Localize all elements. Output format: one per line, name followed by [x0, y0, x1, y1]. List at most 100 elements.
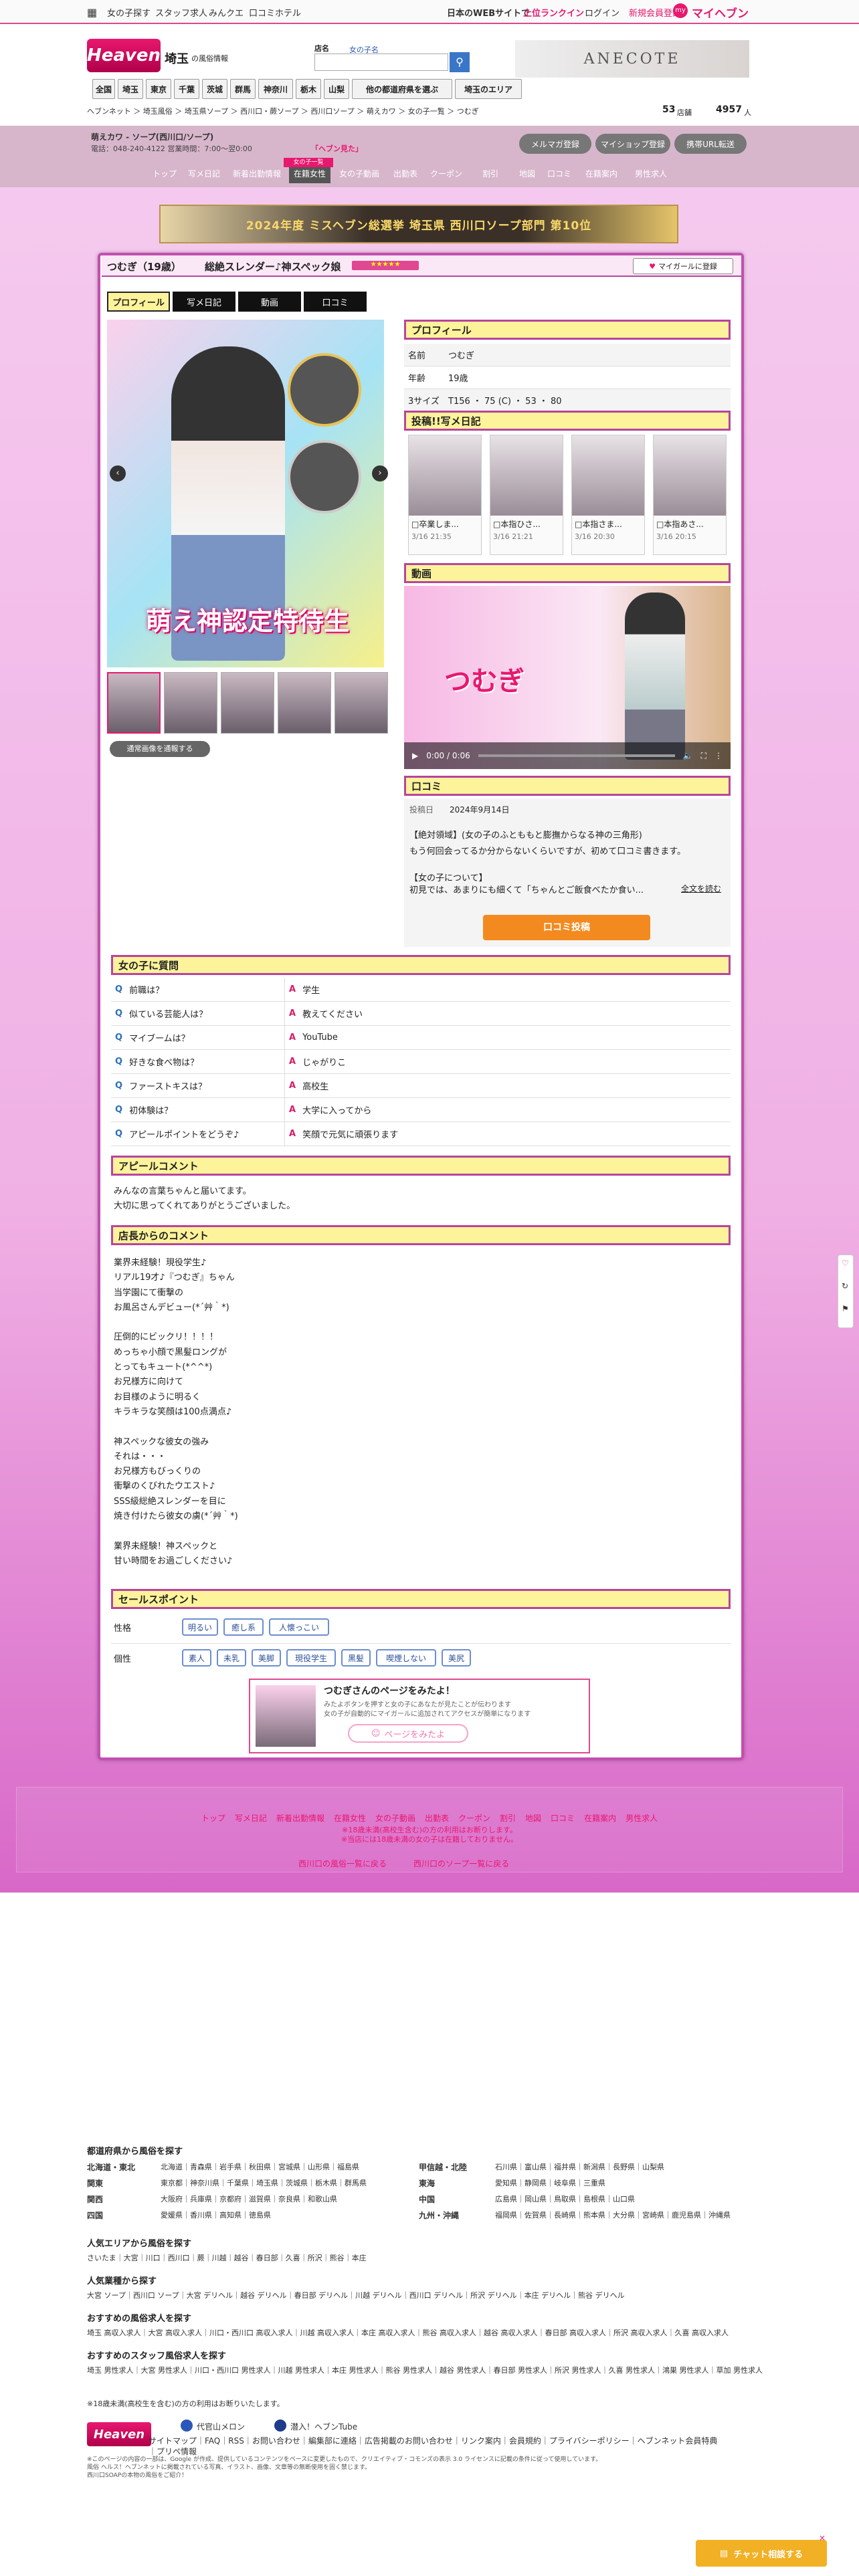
bottom-nav-link[interactable]: 女の子動画	[375, 1814, 415, 1823]
back-link[interactable]: 西川口の風俗一覧に戻る	[298, 1858, 387, 1869]
heaven-logo[interactable]: Heaven	[87, 39, 161, 72]
bottom-nav-link[interactable]: 写メ日記	[235, 1814, 267, 1823]
region-links[interactable]: 東京都｜神奈川県｜千葉県｜埼玉県｜茨城県｜栃木県｜群馬県	[161, 2177, 367, 2188]
close-icon[interactable]: ×	[818, 2533, 827, 2543]
girl-tab[interactable]: 動画	[238, 292, 301, 312]
area-tab[interactable]: 群馬	[230, 79, 256, 99]
header-banner[interactable]: ANECOTE	[515, 40, 749, 78]
video-progress[interactable]	[478, 754, 675, 757]
shop-tab[interactable]: クーポン	[425, 163, 467, 183]
breadcrumb[interactable]: ヘブンネット ＞ 埼玉風俗 ＞ 埼玉県ソープ ＞ 西川口・蕨ソープ ＞ 西川口ソ…	[87, 106, 479, 116]
footer-promo[interactable]: 代官山メロン	[197, 2421, 245, 2432]
mitayo-button[interactable]: ☺ ページをみたよ	[348, 1724, 468, 1743]
diary-card[interactable]: □本指ひさ... 3/16 21:21	[490, 435, 563, 555]
area-tab[interactable]: 神奈川	[258, 79, 293, 99]
login-link[interactable]: ログイン	[585, 6, 619, 19]
shop-tab[interactable]: 在籍案内	[578, 163, 625, 183]
area-tab[interactable]: 栃木	[296, 79, 321, 99]
job-links[interactable]: 埼玉 高収入求人｜大宮 高収入求人｜川口・西川口 高収入求人｜川越 高収入求人｜…	[87, 2327, 729, 2338]
sales-tag[interactable]: 黒髪	[341, 1649, 371, 1667]
area-tab[interactable]: 全国	[92, 79, 115, 99]
bottom-nav-link[interactable]: 在籍案内	[584, 1814, 616, 1823]
video-player[interactable]: つむぎ ▶ 0:00 / 0:06 🔈 ⛶ ⋮	[404, 586, 731, 769]
shop-tab[interactable]: 割引	[470, 163, 511, 183]
photo-thumbnail[interactable]	[335, 672, 388, 734]
shop-tab[interactable]: 新着出勤情報	[227, 163, 286, 183]
sales-tag[interactable]: 美脚	[252, 1649, 281, 1667]
global-link[interactable]: 女の子探す	[107, 6, 151, 19]
global-link[interactable]: 口コミホテル	[249, 6, 301, 19]
genre-links[interactable]: 大宮 ソープ｜西川口 ソープ｜大宮 デリヘル｜越谷 デリヘル｜春日部 デリヘル｜…	[87, 2290, 625, 2300]
region-links[interactable]: 北海道｜青森県｜岩手県｜秋田県｜宮城県｜山形県｜福島県	[161, 2161, 359, 2172]
my-icon[interactable]: my	[673, 3, 688, 18]
report-button[interactable]: 通常画像を通報する	[110, 741, 210, 757]
myshop-button[interactable]: マイショップ登録	[595, 134, 670, 154]
area-tab[interactable]: 茨城	[202, 79, 227, 99]
bottom-nav-link[interactable]: 新着出勤情報	[276, 1814, 324, 1823]
region-links[interactable]: 広島県｜岡山県｜鳥取県｜島根県｜山口県	[495, 2193, 635, 2204]
more-icon[interactable]: ⋮	[714, 751, 723, 760]
diary-card[interactable]: □卒業しま... 3/16 21:35	[408, 435, 482, 555]
chat-button[interactable]: ▤ チャット相談する	[696, 2540, 827, 2567]
bottom-nav-link[interactable]: 男性求人	[626, 1814, 658, 1823]
area-tab[interactable]: 他の都道府県を選ぶ	[352, 79, 452, 99]
girl-tab[interactable]: 写メ日記	[173, 292, 235, 312]
ranking-highlight[interactable]: 上位ランクイン	[523, 6, 584, 19]
photo-thumbnail[interactable]	[164, 672, 217, 734]
region-links[interactable]: 福岡県｜佐賀県｜長崎県｜熊本県｜大分県｜宮崎県｜鹿児島県｜沖縄県	[495, 2210, 731, 2220]
bottom-nav-link[interactable]: 出勤表	[425, 1814, 449, 1823]
shop-tab[interactable]: 口コミ	[543, 163, 575, 183]
bottom-nav-link[interactable]: 在籍女性	[334, 1814, 366, 1823]
review-post-button[interactable]: 口コミ投稿	[483, 915, 650, 940]
region-links[interactable]: 石川県｜富山県｜福井県｜新潟県｜長野県｜山梨県	[495, 2161, 664, 2172]
shop-tab[interactable]: 男性求人	[628, 163, 674, 183]
search-placeholder[interactable]: 女の子名	[349, 44, 379, 55]
area-tab[interactable]: 山梨	[324, 79, 349, 99]
sales-tag[interactable]: 人懐っこい	[269, 1618, 329, 1636]
back-link[interactable]: 西川口のソープ一覧に戻る	[413, 1858, 509, 1869]
region-links[interactable]: 愛知県｜静岡県｜岐阜県｜三重県	[495, 2177, 605, 2188]
diary-card[interactable]: □本指あさ... 3/16 20:15	[653, 435, 727, 555]
shop-tab[interactable]: 出勤表	[388, 163, 423, 183]
sales-tag[interactable]: 喫煙しない	[376, 1649, 436, 1667]
photo-thumbnail[interactable]	[278, 672, 331, 734]
side-tool-icon[interactable]: ⚑	[842, 1304, 849, 1313]
review-more-link[interactable]: 全文を読む	[681, 883, 721, 894]
grid-icon[interactable]: ▦	[87, 6, 97, 19]
side-tool-icon[interactable]: ♡	[842, 1259, 849, 1268]
bottom-nav-link[interactable]: クーポン	[458, 1814, 490, 1823]
shop-tab[interactable]: 写メ日記	[183, 163, 225, 183]
global-link[interactable]: みんクエ	[209, 6, 244, 19]
girl-main-photo[interactable]: 萌え神認定特待生	[107, 320, 384, 667]
bottom-nav-link[interactable]: 口コミ	[551, 1814, 575, 1823]
sales-tag[interactable]: 癒し系	[223, 1618, 264, 1636]
girl-tab[interactable]: 口コミ	[304, 292, 367, 312]
bottom-nav-link[interactable]: 割引	[500, 1814, 516, 1823]
sales-tag[interactable]: 素人	[182, 1649, 211, 1667]
sales-tag[interactable]: 明るい	[182, 1618, 218, 1636]
region-links[interactable]: 大阪府｜兵庫県｜京都府｜滋賀県｜奈良県｜和歌山県	[161, 2193, 337, 2204]
area-links[interactable]: さいたま｜大宮｜川口｜西川口｜蕨｜川越｜越谷｜春日部｜久喜｜所沢｜熊谷｜本庄	[87, 2252, 367, 2263]
myheaven-link[interactable]: マイヘブン	[692, 4, 749, 21]
footer-logo[interactable]: Heaven	[87, 2422, 151, 2446]
global-link[interactable]: スタッフ求人	[155, 6, 207, 19]
shop-tab[interactable]: 地図	[514, 163, 541, 183]
bottom-nav-link[interactable]: 地図	[525, 1814, 541, 1823]
election-banner[interactable]: 2024年度 ミスヘブン総選挙 埼玉県 西川口ソープ部門 第10位	[159, 205, 678, 243]
photo-thumbnail[interactable]	[221, 672, 274, 734]
sales-tag[interactable]: 未乳	[217, 1649, 246, 1667]
area-tab[interactable]: 東京	[146, 79, 171, 99]
shop-tab[interactable]: 女の子動画	[333, 163, 385, 183]
photo-thumbnail[interactable]	[107, 672, 161, 734]
girl-tab-active[interactable]: プロフィール	[107, 292, 170, 312]
side-tool-icon[interactable]: ↻	[842, 1281, 848, 1291]
sales-tag[interactable]: 美尻	[442, 1649, 471, 1667]
mobile-url-button[interactable]: 携帯URL転送	[674, 134, 747, 154]
area-tab[interactable]: 埼玉	[118, 79, 143, 99]
volume-icon[interactable]: 🔈	[683, 751, 693, 760]
prev-arrow-icon[interactable]: ‹	[110, 465, 126, 481]
area-tab[interactable]: 千葉	[174, 79, 199, 99]
fullscreen-icon[interactable]: ⛶	[701, 751, 706, 761]
play-icon[interactable]: ▶	[412, 751, 418, 760]
region-links[interactable]: 愛媛県｜香川県｜高知県｜徳島県	[161, 2210, 271, 2220]
